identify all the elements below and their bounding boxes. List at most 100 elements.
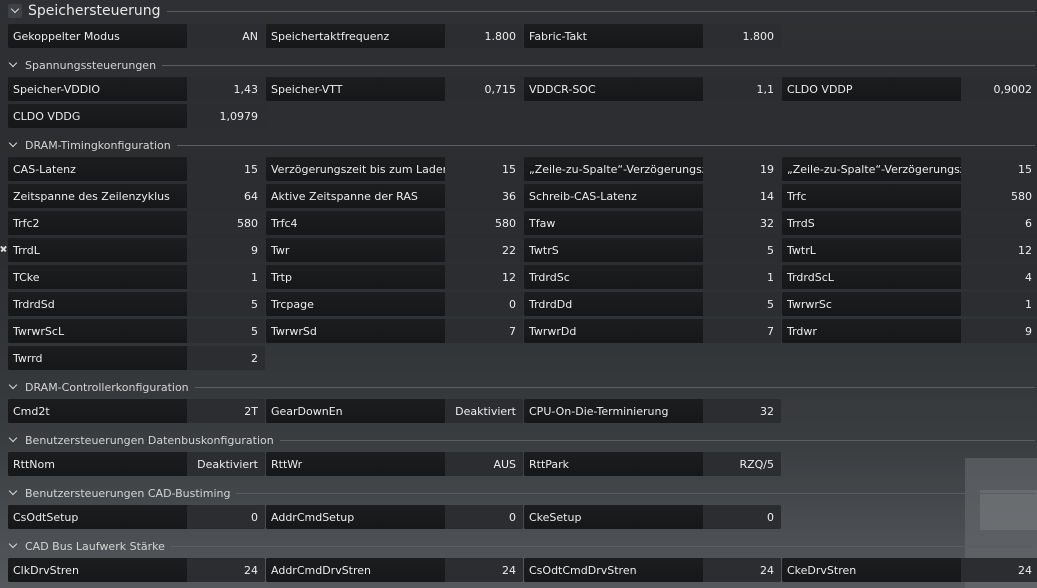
setting-value[interactable]: 64 (187, 184, 265, 208)
section-header-cad-bus-laufwerk-st-rke[interactable]: CAD Bus Laufwerk Stärke (8, 537, 165, 555)
chevron-down-icon[interactable] (8, 60, 19, 71)
chevron-down-icon[interactable] (8, 4, 22, 18)
setting-rttpark[interactable]: RttPark RZQ/5 (524, 452, 781, 476)
setting-value[interactable]: 24 (961, 558, 1037, 582)
section-header-dram-controllerkonfiguration[interactable]: DRAM-Controllerkonfiguration (8, 378, 189, 396)
setting-value[interactable]: 9 (187, 238, 265, 262)
setting-gekoppelter-modus[interactable]: Gekoppelter Modus AN (8, 24, 265, 48)
setting-value[interactable]: 4 (961, 265, 1037, 289)
setting-value[interactable]: 7 (703, 319, 781, 343)
setting-value[interactable]: 1,43 (187, 77, 265, 101)
setting-tfaw[interactable]: Tfaw 32 (524, 211, 781, 235)
section-header-speichersteuerung[interactable]: Speichersteuerung (8, 2, 161, 20)
setting-addrcmddrvstren[interactable]: AddrCmdDrvStren 24 (266, 558, 523, 582)
setting-twrwrsd[interactable]: TwrwrSd 7 (266, 319, 523, 343)
setting-value[interactable]: 15 (961, 157, 1037, 181)
setting-csodtsetup[interactable]: CsOdtSetup 0 (8, 505, 265, 529)
setting-value[interactable]: 580 (961, 184, 1037, 208)
setting-cpu-on-die-terminierung[interactable]: CPU-On-Die-Terminierung 32 (524, 399, 781, 423)
setting-value[interactable]: AUS (445, 452, 523, 476)
setting-tcke[interactable]: TCke 1 (8, 265, 265, 289)
setting-value[interactable]: 5 (703, 238, 781, 262)
setting-addrcmdsetup[interactable]: AddrCmdSetup 0 (266, 505, 523, 529)
setting-value[interactable]: 15 (445, 157, 523, 181)
section-header-benutzersteuerungen-cad-bustiming[interactable]: Benutzersteuerungen CAD-Bustiming (8, 484, 230, 502)
setting-value[interactable]: 9 (961, 319, 1037, 343)
setting-ckesetup[interactable]: CkeSetup 0 (524, 505, 781, 529)
setting-speicher-vddio[interactable]: Speicher-VDDIO 1,43 (8, 77, 265, 101)
setting-trrdl[interactable]: TrrdL 9 (8, 238, 265, 262)
setting-trtp[interactable]: Trtp 12 (266, 265, 523, 289)
setting-twtrs[interactable]: TwtrS 5 (524, 238, 781, 262)
setting-csodtcmddrvstren[interactable]: CsOdtCmdDrvStren 24 (524, 558, 781, 582)
setting-value[interactable]: 12 (961, 238, 1037, 262)
setting-trdrdsd[interactable]: TrdrdSd 5 (8, 292, 265, 316)
setting-zeile-zu-spalte-verz-gerungsze[interactable]: „Zeile-zu-Spalte“-Verzögerungsze...15 (782, 157, 1037, 181)
setting-value[interactable]: 22 (445, 238, 523, 262)
chevron-down-icon[interactable] (8, 488, 19, 499)
setting-trdrdscl[interactable]: TrdrdScL 4 (782, 265, 1037, 289)
setting-value[interactable]: 1,0979 (187, 104, 265, 128)
chevron-down-icon[interactable] (8, 140, 19, 151)
chevron-down-icon[interactable] (8, 382, 19, 393)
setting-value[interactable]: 1 (961, 292, 1037, 316)
setting-zeitspanne-des-zeilenzyklus[interactable]: Zeitspanne des Zeilenzyklus 64 (8, 184, 265, 208)
setting-cldo-vddg[interactable]: CLDO VDDG 1,0979 (8, 104, 265, 128)
setting-cmd2t[interactable]: Cmd2t 2T (8, 399, 265, 423)
setting-value[interactable]: 2T (187, 399, 265, 423)
setting-rttnom[interactable]: RttNom Deaktiviert (8, 452, 265, 476)
setting-trrds[interactable]: TrrdS 6 (782, 211, 1037, 235)
setting-value[interactable]: 0 (445, 505, 523, 529)
setting-speicher-vtt[interactable]: Speicher-VTT 0,715 (266, 77, 523, 101)
setting-twtrl[interactable]: TwtrL 12 (782, 238, 1037, 262)
setting-value[interactable]: 36 (445, 184, 523, 208)
setting-geardownen[interactable]: GearDownEn Deaktiviert (266, 399, 523, 423)
setting-value[interactable]: 7 (445, 319, 523, 343)
setting-value[interactable]: 0 (187, 505, 265, 529)
setting-value[interactable]: 12 (445, 265, 523, 289)
setting-zeile-zu-spalte-verz-gerungsze[interactable]: „Zeile-zu-Spalte“-Verzögerungsze...19 (524, 157, 781, 181)
setting-value[interactable]: 15 (187, 157, 265, 181)
setting-value[interactable]: 1.800 (703, 24, 781, 48)
setting-cas-latenz[interactable]: CAS-Latenz 15 (8, 157, 265, 181)
setting-value[interactable]: 24 (187, 558, 265, 582)
setting-speichertaktfrequenz[interactable]: Speichertaktfrequenz 1.800 (266, 24, 523, 48)
setting-value[interactable]: 5 (187, 292, 265, 316)
setting-trcpage[interactable]: Trcpage 0 (266, 292, 523, 316)
setting-value[interactable]: 24 (445, 558, 523, 582)
setting-clkdrvstren[interactable]: ClkDrvStren 24 (8, 558, 265, 582)
setting-value[interactable]: Deaktiviert (445, 399, 523, 423)
setting-value[interactable]: 580 (187, 211, 265, 235)
chevron-down-icon[interactable] (8, 435, 19, 446)
setting-value[interactable]: 0 (703, 505, 781, 529)
setting-value[interactable]: 24 (703, 558, 781, 582)
setting-value[interactable]: 1.800 (445, 24, 523, 48)
setting-value[interactable]: 32 (703, 399, 781, 423)
setting-value[interactable]: 32 (703, 211, 781, 235)
section-header-benutzersteuerungen-datenbuskonfiguration[interactable]: Benutzersteuerungen Datenbuskonfiguratio… (8, 431, 274, 449)
setting-schreib-cas-latenz[interactable]: Schreib-CAS-Latenz 14 (524, 184, 781, 208)
setting-trfc[interactable]: Trfc 580 (782, 184, 1037, 208)
chevron-down-icon[interactable] (8, 541, 19, 552)
setting-value[interactable]: 0 (445, 292, 523, 316)
setting-value[interactable]: 2 (187, 346, 265, 370)
setting-value[interactable]: 1 (703, 265, 781, 289)
setting-value[interactable]: 0,715 (445, 77, 523, 101)
setting-value[interactable]: 19 (703, 157, 781, 181)
setting-twrwrdd[interactable]: TwrwrDd 7 (524, 319, 781, 343)
setting-trdrddd[interactable]: TrdrdDd 5 (524, 292, 781, 316)
setting-ckedrvstren[interactable]: CkeDrvStren 24 (782, 558, 1037, 582)
setting-value[interactable]: Deaktiviert (187, 452, 265, 476)
setting-aktive-zeitspanne-der-ras[interactable]: Aktive Zeitspanne der RAS 36 (266, 184, 523, 208)
setting-value[interactable]: AN (187, 24, 265, 48)
setting-rttwr[interactable]: RttWr AUS (266, 452, 523, 476)
setting-twrwrscl[interactable]: TwrwrScL 5 (8, 319, 265, 343)
setting-trfc2[interactable]: Trfc2 580 (8, 211, 265, 235)
setting-twrwrsc[interactable]: TwrwrSc 1 (782, 292, 1037, 316)
setting-fabric-takt[interactable]: Fabric-Takt 1.800 (524, 24, 781, 48)
setting-value[interactable]: 6 (961, 211, 1037, 235)
setting-trfc4[interactable]: Trfc4 580 (266, 211, 523, 235)
section-header-spannungssteuerungen[interactable]: Spannungssteuerungen (8, 56, 156, 74)
setting-verz-gerungszeit-bis-zum-laden[interactable]: Verzögerungszeit bis zum Laden ... 15 (266, 157, 523, 181)
setting-value[interactable]: RZQ/5 (703, 452, 781, 476)
